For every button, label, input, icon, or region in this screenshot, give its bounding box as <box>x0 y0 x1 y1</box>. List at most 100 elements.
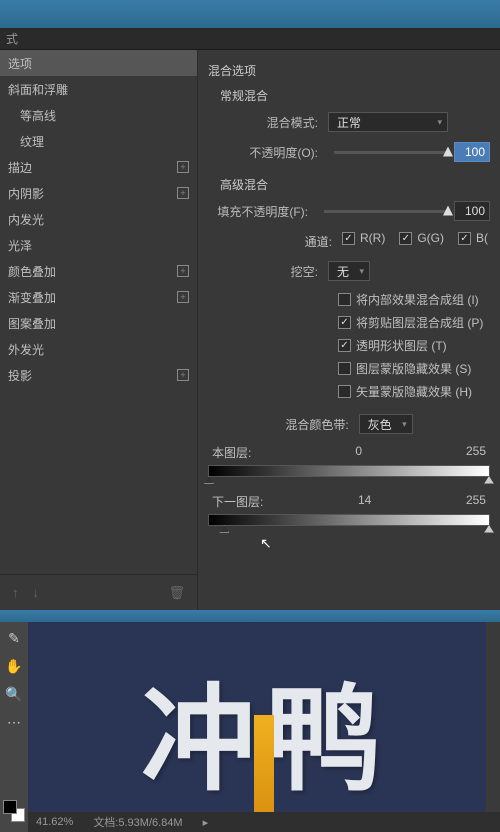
style-item-label: 外发光 <box>8 341 44 358</box>
document-size: 文档:5.93M/6.84M <box>93 814 182 830</box>
add-effect-icon[interactable]: + <box>177 369 189 381</box>
style-item[interactable]: 内阴影 + <box>0 180 197 206</box>
style-item-label: 内阴影 <box>8 185 44 202</box>
style-item-label: 内发光 <box>8 211 44 228</box>
add-effect-icon[interactable]: + <box>177 265 189 277</box>
channel-b-label: B( <box>476 231 488 245</box>
blend-mode-dropdown[interactable]: 正常 <box>328 112 448 132</box>
opacity-input[interactable]: 100 <box>454 142 490 162</box>
under-layer-label: 下一图层: <box>212 493 263 510</box>
add-effect-icon[interactable]: + <box>177 187 189 199</box>
cb-inner-effects-label: 将内部效果混合成组 (I) <box>356 291 479 308</box>
text-char-2: 鸭 <box>266 676 387 804</box>
style-item-label: 斜面和浮雕 <box>8 81 68 98</box>
under-layer-gradient[interactable] <box>208 514 490 526</box>
fill-opacity-label: 填充不透明度(F): <box>208 203 318 220</box>
trash-icon[interactable]: 🗑 <box>168 585 185 601</box>
zoom-tool-icon[interactable]: 🔍 <box>4 684 24 704</box>
style-item-label: 图案叠加 <box>8 315 56 332</box>
panel-title: 混合选项 <box>208 62 490 79</box>
styles-footer: ↑ ↓ 🗑 <box>0 574 197 610</box>
channel-g-checkbox[interactable] <box>399 232 412 245</box>
color-picker[interactable] <box>3 800 25 822</box>
add-effect-icon[interactable]: + <box>177 161 189 173</box>
tool-panel: ✎ ✋ 🔍 ⋯ <box>0 622 28 832</box>
fill-opacity-slider[interactable] <box>324 210 448 213</box>
cb-clip-layers-label: 将剪贴图层混合成组 (P) <box>356 314 483 331</box>
style-item-label: 颜色叠加 <box>8 263 56 280</box>
this-layer-low: 0 <box>355 444 362 461</box>
channel-g-label: G(G) <box>417 231 444 245</box>
styles-list-panel: 选项斜面和浮雕等高线纹理描边 + 内阴影 + 内发光光泽颜色叠加 + 渐变叠加 + 图案叠加外发… <box>0 50 198 610</box>
move-down-icon[interactable]: ↓ <box>33 585 40 600</box>
fill-opacity-input[interactable]: 100 <box>454 201 490 221</box>
style-item[interactable]: 选项 <box>0 50 197 76</box>
blend-mode-label: 混合模式: <box>208 114 328 131</box>
style-item-label: 渐变叠加 <box>8 289 56 306</box>
cb-layer-mask-label: 图层蒙版隐藏效果 (S) <box>356 360 471 377</box>
channel-r-checkbox[interactable] <box>342 232 355 245</box>
add-effect-icon[interactable]: + <box>177 291 189 303</box>
this-layer-label: 本图层: <box>212 444 251 461</box>
opacity-label: 不透明度(O): <box>208 144 328 161</box>
blend-if-label: 混合颜色带: <box>285 416 348 433</box>
cb-transparency-label: 透明形状图层 (T) <box>356 337 447 354</box>
style-item[interactable]: 外发光 <box>0 336 197 362</box>
style-item-label: 投影 <box>8 367 32 384</box>
channel-b-checkbox[interactable] <box>458 232 471 245</box>
style-item-label: 纹理 <box>20 133 44 150</box>
under-layer-high: 255 <box>466 493 486 510</box>
advanced-blend-title: 高级混合 <box>220 176 490 193</box>
canvas[interactable]: 冲鸭 41.62% 文档:5.93M/6.84M ▸ <box>28 622 500 832</box>
channel-r-label: R(R) <box>360 231 385 245</box>
style-item[interactable]: 渐变叠加 + <box>0 284 197 310</box>
style-item[interactable]: 斜面和浮雕 <box>0 76 197 102</box>
eyedropper-tool-icon[interactable]: ✎ <box>4 628 24 648</box>
info-chevron-icon[interactable]: ▸ <box>203 816 209 829</box>
style-item[interactable]: 内发光 <box>0 206 197 232</box>
normal-blend-title: 常规混合 <box>220 87 490 104</box>
style-item[interactable]: 颜色叠加 + <box>0 258 197 284</box>
this-layer-gradient[interactable] <box>208 465 490 477</box>
cb-transparency[interactable] <box>338 339 351 352</box>
zoom-level[interactable]: 41.62% <box>36 816 73 828</box>
canvas-text: 冲鸭 <box>28 647 500 828</box>
this-layer-high: 255 <box>466 444 486 461</box>
vertical-scrollbar[interactable] <box>486 622 500 812</box>
window-titlebar <box>0 0 500 28</box>
style-list: 选项斜面和浮雕等高线纹理描边 + 内阴影 + 内发光光泽颜色叠加 + 渐变叠加 + 图案叠加外发… <box>0 50 197 574</box>
knockout-dropdown[interactable]: 无 <box>328 261 370 281</box>
style-item-label: 选项 <box>8 55 32 72</box>
status-bar: 41.62% 文档:5.93M/6.84M ▸ <box>28 812 500 832</box>
style-item[interactable]: 图案叠加 <box>0 310 197 336</box>
opacity-slider[interactable] <box>334 151 448 154</box>
knockout-label: 挖空: <box>208 263 328 280</box>
cb-layer-mask[interactable] <box>338 362 351 375</box>
under-layer-low: 14 <box>358 493 371 510</box>
style-item-label: 等高线 <box>20 107 56 124</box>
style-item[interactable]: 光泽 <box>0 232 197 258</box>
blend-if-dropdown[interactable]: 灰色 <box>359 414 413 434</box>
dialog-border <box>0 610 500 622</box>
dialog-title: 式 <box>0 28 500 50</box>
text-char-1: 冲 <box>141 676 262 804</box>
style-item-label: 描边 <box>8 159 32 176</box>
style-item[interactable]: 等高线 <box>0 102 197 128</box>
workspace: ✎ ✋ 🔍 ⋯ 冲鸭 41.62% 文档:5.93M/6.84M ▸ <box>0 622 500 832</box>
move-up-icon[interactable]: ↑ <box>12 585 19 600</box>
channel-label: 通道: <box>305 233 332 250</box>
edit-toolbar-icon[interactable]: ⋯ <box>4 712 24 732</box>
style-item[interactable]: 描边 + <box>0 154 197 180</box>
foreground-color-swatch[interactable] <box>3 800 17 814</box>
cb-clip-layers[interactable] <box>338 316 351 329</box>
yellow-stripe <box>254 715 274 820</box>
hand-tool-icon[interactable]: ✋ <box>4 656 24 676</box>
style-item[interactable]: 投影 + <box>0 362 197 388</box>
style-item[interactable]: 纹理 <box>0 128 197 154</box>
cb-vector-mask[interactable] <box>338 385 351 398</box>
cb-vector-mask-label: 矢量蒙版隐藏效果 (H) <box>356 383 472 400</box>
style-item-label: 光泽 <box>8 237 32 254</box>
cb-inner-effects[interactable] <box>338 293 351 306</box>
options-panel: 混合选项 常规混合 混合模式: 正常 不透明度(O): 100 高级混合 填充不… <box>198 50 500 610</box>
layer-style-dialog: 选项斜面和浮雕等高线纹理描边 + 内阴影 + 内发光光泽颜色叠加 + 渐变叠加 + 图案叠加外发… <box>0 50 500 610</box>
